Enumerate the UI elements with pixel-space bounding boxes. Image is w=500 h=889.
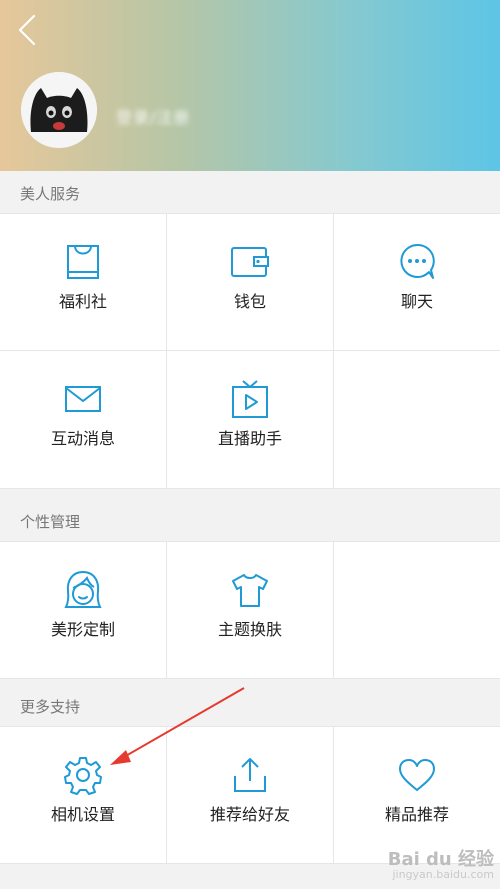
baidu-watermark: Bai du 经验 jingyan.baidu.com xyxy=(387,849,494,882)
annotation-arrow xyxy=(110,687,245,765)
